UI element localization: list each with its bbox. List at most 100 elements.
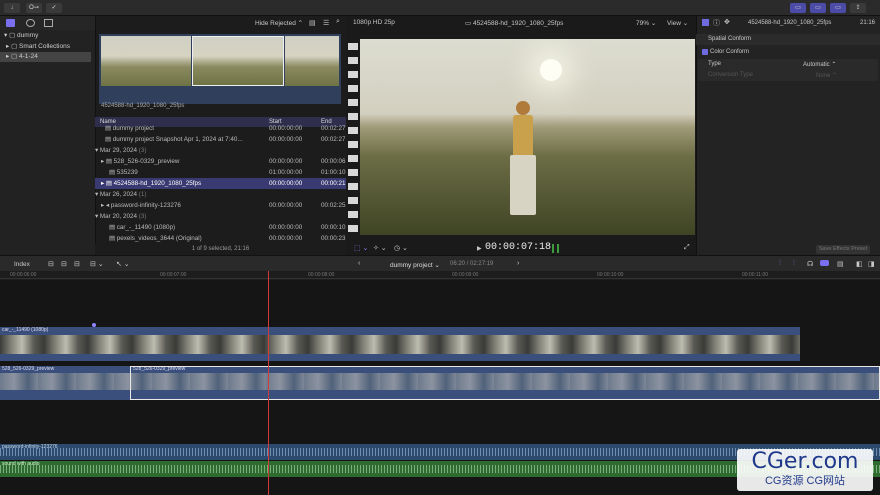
import-icon[interactable]: ↓: [4, 3, 20, 13]
connect-clip-icon[interactable]: ⊟: [48, 260, 54, 268]
transform-inspector-icon[interactable]: ✥: [724, 18, 730, 26]
timeline-toolbar: Index ⊟ ⊟ ⊟ ⊟ ⌄ ↖ ⌄ ‹ dummy project ⌄ 06…: [0, 255, 880, 271]
clip-filmstrip: [0, 335, 800, 354]
solo-icon[interactable]: ☊: [807, 260, 813, 268]
list-item[interactable]: ▤ dummy project Snapshot Apr 1, 2024 at …: [95, 134, 346, 145]
filmstrip-preview[interactable]: [99, 34, 341, 104]
clip-marker[interactable]: [92, 323, 96, 327]
filmstrip-frame: [101, 36, 191, 86]
library-item-smart-collections[interactable]: ▸ ▢ Smart Collections: [6, 42, 70, 52]
row-start: 00:00:00:00: [269, 158, 303, 165]
append-clip-icon[interactable]: ⊟: [74, 260, 80, 268]
video-inspector-icon[interactable]: [702, 19, 709, 26]
filmstrip-frame: [192, 36, 284, 86]
forward-icon[interactable]: ›: [517, 260, 519, 267]
clip-appearance-icon[interactable]: ▤: [309, 19, 316, 27]
group-name: Mar 26, 2024: [99, 191, 138, 198]
type-label: Type: [708, 61, 722, 67]
timeline-ruler[interactable]: 00:00:06:00 00:00:07:00 00:00:08:00 00:0…: [0, 271, 880, 279]
play-icon[interactable]: ▶: [477, 245, 482, 252]
row-end: 00:02:25: [321, 202, 346, 209]
info-inspector-icon[interactable]: ⓘ: [713, 18, 720, 28]
project-name: dummy project: [390, 262, 433, 269]
overwrite-clip-icon[interactable]: ⊟ ⌄: [90, 260, 104, 268]
row-name: dummy project: [112, 125, 154, 132]
fullscreen-icon[interactable]: ⤢: [684, 244, 690, 252]
row-end: 00:02:27: [321, 136, 346, 143]
filter-dropdown[interactable]: Hide Rejected ⌃: [255, 19, 303, 27]
color-conform-checkbox[interactable]: [702, 49, 708, 55]
row-end: 00:00:21: [321, 180, 346, 187]
clip-label: 528_526-0329_preview: [2, 366, 55, 372]
select-tool-icon[interactable]: ↖ ⌄: [116, 260, 130, 268]
row-start: 00:00:00:00: [269, 235, 303, 242]
clip-label: car_-_11490 (1080p): [2, 327, 49, 333]
video-frame[interactable]: [360, 39, 695, 235]
person-head: [516, 101, 530, 115]
titles-icon[interactable]: [44, 19, 53, 27]
selection-status: 1 of 9 selected, 21:16: [95, 244, 346, 255]
transitions-browser-icon[interactable]: ◨: [868, 260, 875, 268]
list-item[interactable]: ▤ car_-_11490 (1080p) 00:00:00:00 00:00:10: [95, 222, 346, 233]
layout-browser-icon[interactable]: ▭: [790, 3, 806, 13]
background-tasks-icon[interactable]: ✓: [46, 3, 62, 13]
index-button[interactable]: Index: [14, 261, 30, 268]
save-effects-preset-button[interactable]: Save Effects Preset: [816, 245, 870, 254]
row-name: 535239: [116, 169, 138, 176]
list-item[interactable]: ▸ ◂ password-infinity-123276 00:00:00:00 0…: [95, 200, 346, 211]
clip-appearance-timeline-icon[interactable]: ▤: [837, 260, 844, 268]
layout-inspector-icon[interactable]: ▭: [830, 3, 846, 13]
effects-browser-icon[interactable]: ◧: [856, 260, 863, 268]
viewer-format: 1080p HD 25p: [353, 19, 395, 26]
view-label: View: [667, 20, 681, 27]
list-item-selected[interactable]: ▸ ▤ 4524588-hd_1920_1080_25fps 00:00:00:0…: [95, 178, 346, 189]
row-end: 00:00:23: [321, 235, 346, 242]
library-item-event[interactable]: ▸ ▢ 4-1-24: [0, 52, 91, 62]
selected-clip-outline[interactable]: [130, 366, 880, 400]
conversion-value: None: [816, 73, 831, 79]
group-count: (1): [138, 191, 147, 198]
view-dropdown[interactable]: View ⌄: [667, 19, 688, 27]
group-row[interactable]: ▾ Mar 29, 2024 (3): [95, 145, 346, 156]
viewer-clip-label: 4524588-hd_1920_1080_25fps: [472, 20, 564, 27]
library-sidebar: ▾ ▢ dummy ▸ ▢ Smart Collections ▸ ▢ 4-1-…: [0, 30, 95, 255]
row-name: pexels_videos_3644 (Original): [116, 235, 202, 242]
conversion-type-dropdown[interactable]: None ⌃: [816, 72, 837, 79]
group-row[interactable]: ▾ Mar 26, 2024 (1): [95, 189, 346, 200]
enhance-tool-icon[interactable]: ✧ ⌄: [373, 244, 387, 252]
transform-tool-icon[interactable]: ⬚ ⌄: [354, 244, 368, 252]
list-view-icon[interactable]: ☰: [323, 19, 329, 27]
row-start: 00:00:00:00: [269, 224, 303, 231]
color-conform-label: Color Conform: [710, 49, 750, 55]
library-item-label: Smart Collections: [19, 43, 70, 50]
ruler-tick: 00:00:11:00: [742, 272, 769, 278]
share-icon[interactable]: ⇪: [850, 3, 866, 13]
speed-tool-icon[interactable]: ◷ ⌄: [394, 244, 408, 252]
insert-clip-icon[interactable]: ⊟: [61, 260, 67, 268]
group-row[interactable]: ▾ Mar 20, 2024 (3): [95, 211, 346, 222]
viewer-timecode: 00:00:07:18: [485, 242, 552, 253]
libraries-icon[interactable]: [6, 19, 15, 27]
type-dropdown[interactable]: Automatic ⌃: [803, 61, 836, 68]
playhead[interactable]: [268, 271, 269, 495]
list-item[interactable]: ▤ pexels_videos_3644 (Original) 00:00:00:…: [95, 233, 346, 244]
project-dropdown[interactable]: dummy project ⌄: [390, 261, 440, 269]
search-icon[interactable]: ⌕: [336, 18, 340, 26]
list-item[interactable]: ▸ ▤ 528_526-0329_preview 00:00:00:00 00:00…: [95, 156, 346, 167]
list-item[interactable]: ▤ dummy project 00:00:00:00 00:02:27: [95, 123, 346, 134]
audio-meter-right: [557, 244, 559, 253]
back-icon[interactable]: ‹: [358, 260, 360, 267]
library-item-dummy[interactable]: ▾ ▢ dummy: [4, 31, 38, 41]
layout-timeline-icon[interactable]: ▭: [810, 3, 826, 13]
photos-icon[interactable]: [26, 19, 35, 27]
list-item[interactable]: ▤ 535239 01:00:00:00 01:00:10: [95, 167, 346, 178]
zoom-dropdown[interactable]: 79% ⌄: [636, 19, 656, 27]
audio-skimming-icon[interactable]: ⫶: [793, 260, 795, 268]
watermark-subtitle: CG资源 CG网站: [764, 475, 846, 487]
row-name: password-infinity-123276: [110, 202, 181, 209]
skimming-icon[interactable]: ⫶: [779, 260, 781, 268]
keywords-button[interactable]: O⊸: [26, 3, 42, 13]
snapping-icon[interactable]: [820, 260, 829, 266]
viewer-clip-name: ▭ 4524588-hd_1920_1080_25fps: [465, 20, 564, 27]
row-name: dummy project Snapshot Apr 1, 2024 at 7:…: [112, 136, 243, 143]
